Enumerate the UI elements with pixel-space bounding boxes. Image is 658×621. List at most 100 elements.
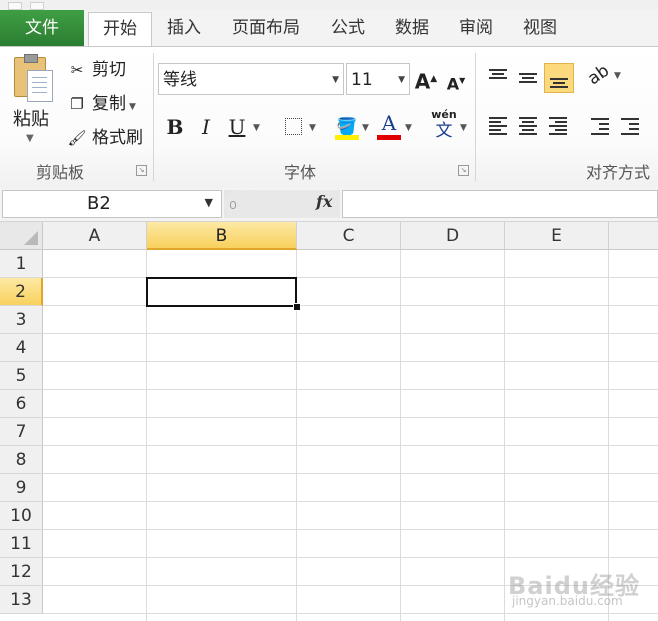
gridline bbox=[43, 361, 658, 362]
dialog-launcher-icon[interactable]: ↘ bbox=[458, 165, 469, 176]
insert-function-button[interactable]: fx bbox=[316, 192, 332, 211]
clipboard-group-label: 剪贴板 bbox=[36, 163, 85, 182]
paste-icon bbox=[14, 54, 53, 102]
column-header-a[interactable]: A bbox=[43, 222, 147, 250]
tab-view[interactable]: 视图 bbox=[514, 10, 566, 46]
column-header-e[interactable]: E bbox=[505, 222, 609, 250]
tab-data[interactable]: 数据 bbox=[386, 10, 438, 46]
align-bottom-button[interactable] bbox=[544, 63, 574, 93]
chevron-down-icon[interactable]: ▼ bbox=[405, 123, 412, 133]
gridline bbox=[43, 305, 658, 306]
underline-button[interactable]: U bbox=[224, 113, 250, 141]
gridline bbox=[43, 333, 658, 334]
column-header-b[interactable]: B bbox=[147, 222, 297, 250]
tab-insert[interactable]: 插入 bbox=[158, 10, 210, 46]
row-header[interactable]: 2 bbox=[0, 278, 43, 306]
orientation-button[interactable]: ab ▼ bbox=[584, 60, 621, 90]
row-header[interactable]: 12 bbox=[0, 558, 43, 586]
chevron-down-icon[interactable]: ▼ bbox=[362, 123, 369, 133]
ribbon-tab-bar: 文件 开始 插入 页面布局 公式 数据 审阅 视图 bbox=[0, 10, 658, 48]
column-header-d[interactable]: D bbox=[401, 222, 505, 250]
increase-indent-button[interactable] bbox=[616, 113, 644, 139]
decrease-indent-button[interactable] bbox=[586, 113, 614, 139]
name-box-value: B2 bbox=[87, 193, 111, 214]
gridline bbox=[43, 473, 658, 474]
gridline bbox=[43, 557, 658, 558]
font-group-label: 字体 bbox=[284, 163, 317, 182]
quick-access-icon[interactable] bbox=[8, 2, 22, 10]
row-header[interactable]: 7 bbox=[0, 418, 43, 446]
borders-button[interactable] bbox=[280, 113, 306, 141]
row-header[interactable]: 5 bbox=[0, 362, 43, 390]
cut-button[interactable]: ✂ 剪切 bbox=[66, 57, 126, 83]
row-header[interactable]: 1 bbox=[0, 250, 43, 278]
resize-handle-icon[interactable] bbox=[230, 201, 236, 209]
fill-handle[interactable] bbox=[293, 303, 301, 311]
row-header[interactable]: 10 bbox=[0, 502, 43, 530]
paint-bucket-icon: 🪣 bbox=[336, 117, 358, 137]
bold-button[interactable]: B bbox=[162, 113, 188, 141]
row-header[interactable]: 8 bbox=[0, 446, 43, 474]
paste-label: 粘贴 bbox=[13, 109, 49, 130]
font-size-select[interactable]: 11 ▼ bbox=[346, 63, 410, 95]
align-right-button[interactable] bbox=[544, 113, 572, 139]
align-top-button[interactable] bbox=[484, 65, 512, 91]
shrink-font-button[interactable]: A▼ bbox=[443, 67, 469, 95]
format-painter-button[interactable]: 🖌 格式刷 bbox=[66, 125, 143, 151]
orientation-icon: ab bbox=[584, 60, 614, 90]
fill-color-swatch bbox=[335, 135, 359, 140]
select-all-button[interactable] bbox=[0, 222, 43, 250]
chevron-down-icon[interactable]: ▼ bbox=[253, 123, 260, 133]
quick-access-icon[interactable] bbox=[30, 2, 44, 10]
phonetic-guide-button[interactable]: wén 文 bbox=[430, 107, 458, 143]
column-header-c[interactable]: C bbox=[297, 222, 401, 250]
phonetic-char: 文 bbox=[435, 121, 453, 141]
grow-font-icon: A bbox=[414, 69, 431, 94]
active-cell-b2[interactable] bbox=[146, 277, 297, 307]
chevron-down-icon[interactable]: ▼ bbox=[460, 123, 467, 133]
copy-icon: ❐ bbox=[70, 95, 84, 113]
chevron-down-icon[interactable]: ▼ bbox=[309, 123, 316, 133]
tab-review[interactable]: 审阅 bbox=[450, 10, 502, 46]
tab-page-layout[interactable]: 页面布局 bbox=[222, 10, 310, 46]
border-icon bbox=[284, 118, 302, 135]
align-center-button[interactable] bbox=[514, 113, 542, 139]
align-left-button[interactable] bbox=[484, 113, 512, 139]
row-header[interactable]: 4 bbox=[0, 334, 43, 362]
tab-formulas[interactable]: 公式 bbox=[322, 10, 374, 46]
formula-bar: B2 ▼ fx bbox=[0, 187, 658, 222]
chevron-down-icon[interactable]: ▼ bbox=[129, 102, 136, 112]
font-color-icon: A bbox=[381, 111, 397, 135]
ribbon: 粘贴 ▼ ✂ 剪切 ❐ 复制 ▼ 🖌 格式刷 剪贴板 ↘ 等线 ▼ 11 ▼ A▲ A▼… bbox=[0, 46, 658, 188]
chevron-down-icon[interactable]: ▼ bbox=[205, 196, 213, 209]
brush-icon: 🖌 bbox=[67, 129, 87, 147]
row-header[interactable]: 3 bbox=[0, 306, 43, 334]
scissors-icon: ✂ bbox=[70, 61, 84, 79]
copy-label: 复制 bbox=[92, 94, 126, 114]
gridline bbox=[43, 277, 658, 278]
align-middle-button[interactable] bbox=[514, 65, 542, 91]
italic-button[interactable]: I bbox=[193, 113, 219, 141]
grow-font-button[interactable]: A▲ bbox=[413, 65, 439, 94]
chevron-down-icon: ▼ bbox=[614, 71, 621, 81]
fill-color-button[interactable]: 🪣 bbox=[334, 111, 360, 140]
shrink-font-icon: A bbox=[446, 74, 460, 94]
row-header[interactable]: 9 bbox=[0, 474, 43, 502]
paste-button[interactable]: 粘贴 ▼ bbox=[8, 54, 58, 155]
row-header[interactable]: 11 bbox=[0, 530, 43, 558]
column-header-f[interactable] bbox=[609, 222, 658, 250]
tab-home[interactable]: 开始 bbox=[88, 12, 152, 48]
row-header[interactable]: 13 bbox=[0, 586, 43, 614]
gridline bbox=[43, 613, 658, 614]
formula-input[interactable] bbox=[342, 190, 658, 218]
font-color-button[interactable]: A bbox=[376, 109, 402, 140]
copy-button[interactable]: ❐ 复制 ▼ bbox=[66, 91, 136, 117]
chevron-down-icon: ▼ bbox=[332, 75, 339, 85]
name-box[interactable]: B2 ▼ bbox=[2, 190, 222, 218]
format-painter-label: 格式刷 bbox=[92, 128, 143, 148]
tab-file[interactable]: 文件 bbox=[0, 10, 84, 46]
font-name-select[interactable]: 等线 ▼ bbox=[158, 63, 344, 95]
spreadsheet-grid: A B C D E 1 2 3 4 5 6 7 8 9 10 11 12 13 bbox=[0, 222, 658, 621]
dialog-launcher-icon[interactable]: ↘ bbox=[136, 165, 147, 176]
row-header[interactable]: 6 bbox=[0, 390, 43, 418]
